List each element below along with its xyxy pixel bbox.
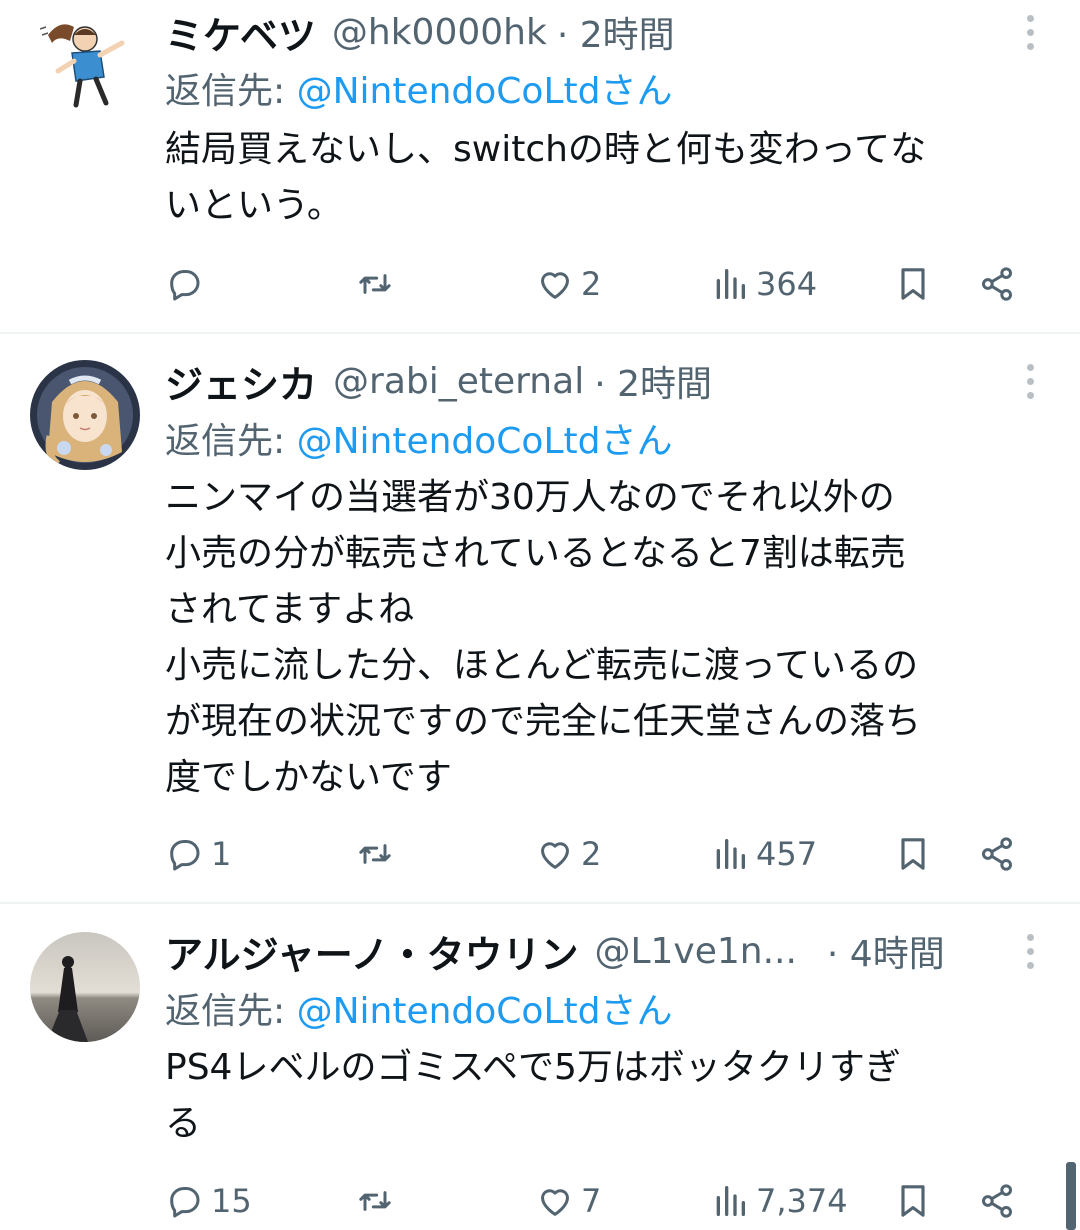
user-handle[interactable]: @rabi_eternal	[333, 361, 584, 402]
timestamp[interactable]: · 2時間	[557, 7, 675, 57]
views-button[interactable]: 457	[710, 829, 817, 879]
bookmark-button[interactable]	[893, 259, 933, 309]
tweet-header: ジェシカ @rabi_eternal · 2時間	[165, 356, 1000, 407]
avatar[interactable]	[30, 932, 140, 1042]
view-count: 457	[756, 835, 818, 873]
bookmark-button[interactable]	[893, 829, 933, 879]
avatar-photo	[30, 932, 140, 1042]
tweet-actions: 1 2 457	[165, 829, 1035, 879]
bookmark-button[interactable]	[893, 1176, 933, 1226]
user-handle[interactable]: @L1ve1n...	[594, 931, 796, 972]
avatar[interactable]	[30, 5, 140, 115]
reply-count: 1	[211, 835, 232, 873]
like-button[interactable]: 7	[535, 1176, 601, 1226]
like-count: 2	[581, 265, 602, 303]
share-icon	[982, 837, 1012, 871]
speech-bubble-icon	[170, 840, 200, 871]
tweet-header: ミケベツ @hk0000hk · 2時間	[165, 7, 1000, 58]
avatar-illustration	[30, 360, 140, 470]
retweet-button[interactable]	[355, 259, 401, 309]
share-icon	[982, 1184, 1012, 1218]
tweet-header: アルジャーノ・タウリン @L1ve1n... · 4時間	[165, 926, 1000, 977]
bar-chart-icon	[716, 839, 745, 869]
tweet-text: 結局買えないし、switchの時と何も変わってな いという。	[165, 129, 927, 226]
timestamp[interactable]: · 2時間	[594, 356, 712, 406]
user-handle[interactable]: @hk0000hk	[332, 12, 547, 53]
more-options-icon[interactable]	[1018, 926, 1042, 976]
reply-mention-link[interactable]: @NintendoCoLtdさん	[297, 71, 673, 112]
reply-to-label: 返信先:	[165, 991, 297, 1032]
display-name[interactable]: アルジャーノ・タウリン	[165, 926, 578, 977]
share-icon	[982, 267, 1012, 301]
retweet-button[interactable]	[355, 829, 401, 879]
view-count: 7,374	[756, 1182, 848, 1220]
timestamp[interactable]: · 4時間	[827, 926, 945, 976]
heart-icon	[541, 1189, 569, 1216]
scrollbar[interactable]	[1066, 1162, 1076, 1230]
more-options-icon[interactable]	[1018, 356, 1042, 406]
tweet[interactable]: アルジャーノ・タウリン @L1ve1n... · 4時間 返信先: @Ninte…	[0, 904, 1080, 1230]
tweet-actions: 2 364	[165, 259, 1035, 309]
views-button[interactable]: 7,374	[710, 1176, 848, 1226]
bar-chart-icon	[716, 269, 745, 299]
reply-to-label: 返信先:	[165, 421, 297, 462]
reply-mention-link[interactable]: @NintendoCoLtdさん	[297, 421, 673, 462]
heart-icon	[541, 272, 569, 299]
tweet-text: ニンマイの当選者が30万人なのでそれ以外の 小売の分が転売されているとなると7割…	[165, 477, 922, 798]
retweet-arrows-icon	[359, 274, 391, 294]
reply-button[interactable]: 1	[165, 829, 231, 879]
bookmark-icon	[901, 268, 925, 300]
like-count: 7	[581, 1182, 602, 1220]
bar-chart-icon	[716, 1186, 745, 1216]
tweet[interactable]: ジェシカ @rabi_eternal · 2時間 返信先: @NintendoC…	[0, 334, 1080, 902]
like-button[interactable]: 2	[535, 829, 601, 879]
share-button[interactable]	[977, 1176, 1017, 1226]
bookmark-icon	[901, 838, 925, 870]
bookmark-icon	[901, 1185, 925, 1217]
reply-button[interactable]: 15	[165, 1176, 252, 1226]
retweet-arrows-icon	[359, 1191, 391, 1211]
like-button[interactable]: 2	[535, 259, 601, 309]
like-count: 2	[581, 835, 602, 873]
reply-to-line: 返信先: @NintendoCoLtdさん	[165, 62, 672, 114]
heart-icon	[541, 842, 569, 869]
tweet-text: PS4レベルのゴミスペで5万はボッタクリすぎ る	[165, 1047, 901, 1144]
share-button[interactable]	[977, 259, 1017, 309]
reply-button[interactable]	[165, 259, 211, 309]
tweet[interactable]: ミケベツ @hk0000hk · 2時間 返信先: @NintendoCoLtd…	[0, 0, 1080, 332]
speech-bubble-icon	[170, 1187, 200, 1218]
view-count: 364	[756, 265, 818, 303]
reply-count: 15	[211, 1182, 252, 1220]
more-options-icon[interactable]	[1018, 7, 1042, 57]
display-name[interactable]: ジェシカ	[165, 356, 317, 407]
display-name[interactable]: ミケベツ	[165, 7, 316, 58]
retweet-button[interactable]	[355, 1176, 401, 1226]
speech-bubble-icon	[170, 270, 200, 301]
reply-to-label: 返信先:	[165, 71, 297, 112]
reply-to-line: 返信先: @NintendoCoLtdさん	[165, 982, 672, 1034]
share-button[interactable]	[977, 829, 1017, 879]
reply-mention-link[interactable]: @NintendoCoLtdさん	[297, 991, 673, 1032]
tweet-actions: 15 7 7,374	[165, 1176, 1035, 1226]
reply-to-line: 返信先: @NintendoCoLtdさん	[165, 412, 672, 464]
avatar-illustration	[30, 5, 140, 115]
avatar[interactable]	[30, 360, 140, 470]
retweet-arrows-icon	[359, 844, 391, 864]
views-button[interactable]: 364	[710, 259, 817, 309]
